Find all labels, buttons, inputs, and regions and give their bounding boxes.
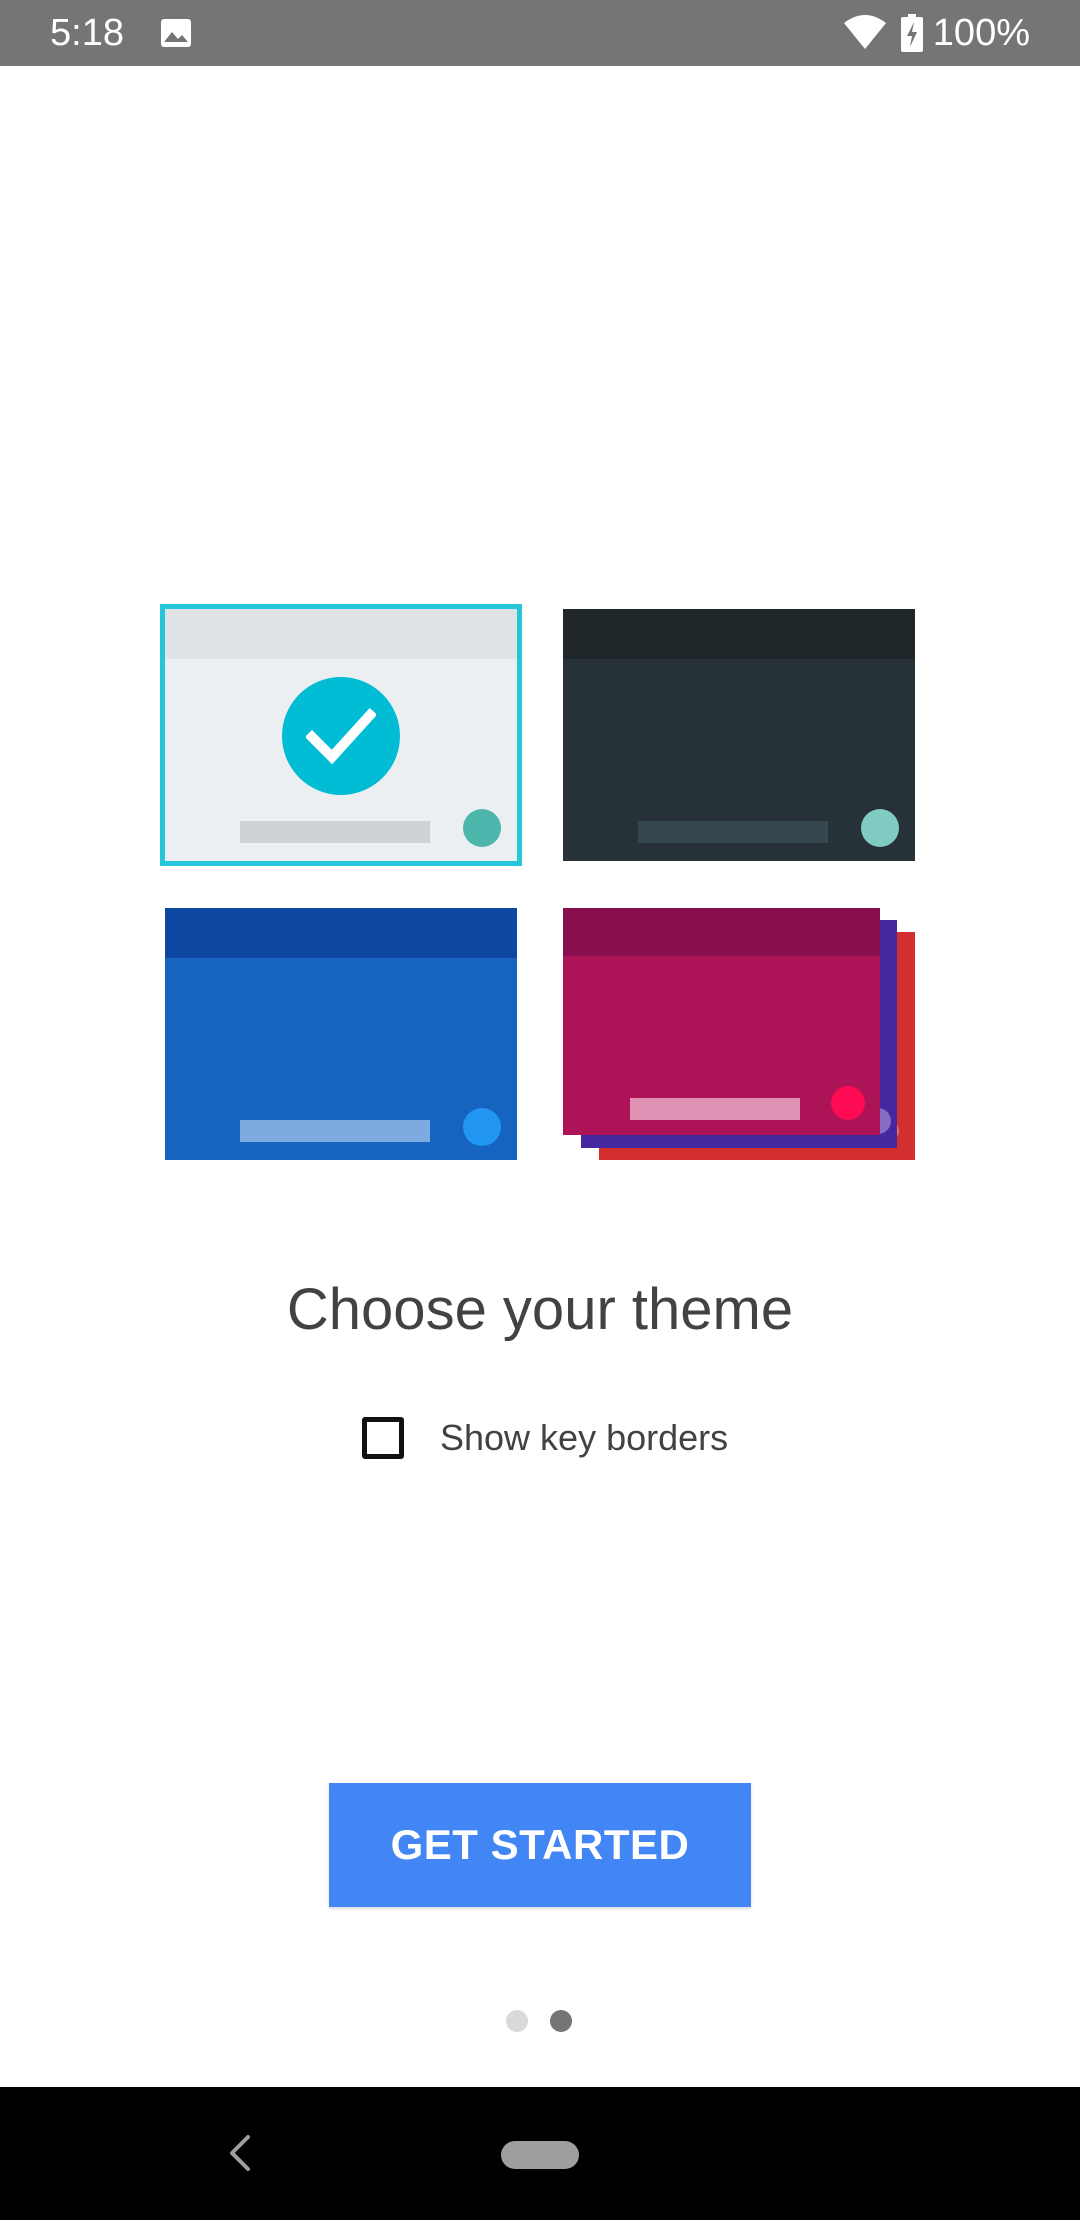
- home-pill-icon[interactable]: [501, 2141, 579, 2169]
- tile-key-bar: [638, 821, 828, 843]
- page-indicator: [506, 2009, 572, 2033]
- tile-accent-dot: [463, 1108, 501, 1146]
- tile-key-bar: [630, 1098, 800, 1120]
- tile-key-bar: [240, 1120, 430, 1142]
- tile-accent-dot: [861, 809, 899, 847]
- tile-header-bar: [563, 908, 880, 956]
- show-key-borders-checkbox[interactable]: [362, 1417, 404, 1459]
- theme-tile-dark[interactable]: [563, 609, 915, 861]
- tile-accent-dot: [831, 1086, 865, 1120]
- setup-screen: 5:18 100% Choose your theme Show key bor…: [0, 0, 1080, 2220]
- tile-header-bar: [563, 609, 915, 659]
- show-key-borders-option[interactable]: Show key borders: [362, 1410, 728, 1466]
- tile-accent-dot: [463, 809, 501, 847]
- tile-header-bar: [165, 908, 517, 958]
- show-key-borders-label: Show key borders: [440, 1417, 729, 1458]
- tile-header-bar: [165, 609, 517, 659]
- navigation-bar: [0, 2087, 1080, 2220]
- page-title: Choose your theme: [286, 1277, 794, 1342]
- theme-tile-blue[interactable]: [165, 908, 517, 1160]
- theme-tile-light[interactable]: [160, 604, 522, 866]
- check-circle-icon: [282, 677, 400, 795]
- theme-grid: [0, 0, 1080, 1200]
- get-started-button[interactable]: GET STARTED: [329, 1783, 751, 1907]
- back-icon[interactable]: [222, 2133, 258, 2173]
- page-dot-1: [506, 2010, 528, 2032]
- theme-tile-colorful[interactable]: [563, 908, 880, 1135]
- tile-key-bar: [240, 821, 430, 843]
- page-dot-2: [550, 2010, 572, 2032]
